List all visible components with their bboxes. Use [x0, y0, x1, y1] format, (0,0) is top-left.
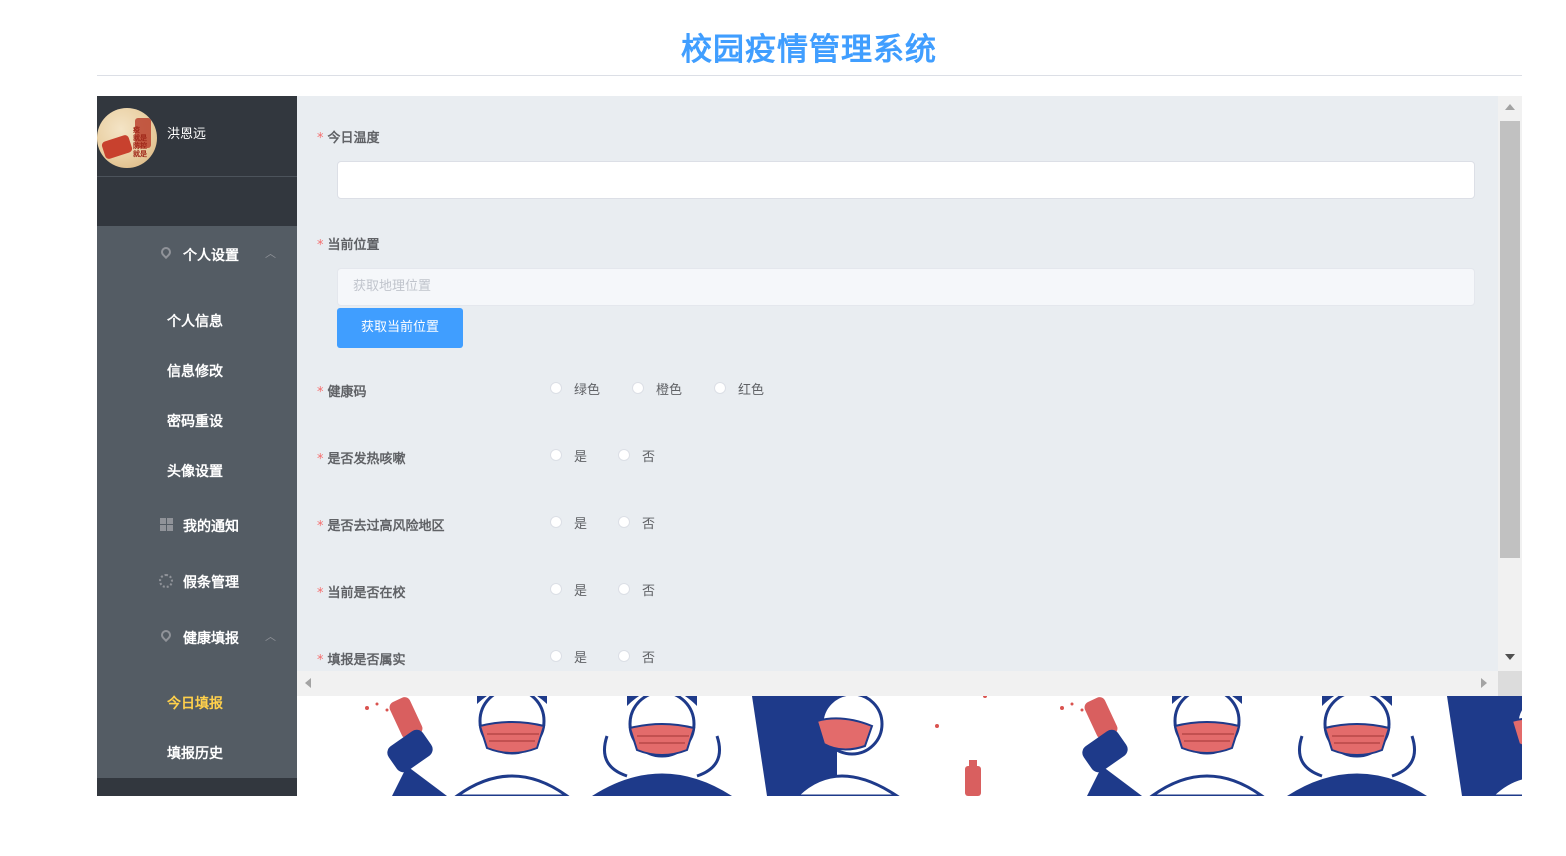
report-form: * 今日温度 * 当前位置 获取地理位置 获取当前位置 * 健康码 绿色 橙色 红色 … [297, 96, 1498, 671]
on-campus-label: * 当前是否在校 [317, 586, 406, 601]
temperature-input[interactable] [337, 161, 1475, 199]
page-title: 校园疫情管理系统 [681, 32, 937, 68]
location-icon [158, 627, 174, 644]
scrollbar-corner [1498, 671, 1522, 696]
sidebar-item-avatar-settings[interactable]: 头像设置 [97, 446, 297, 496]
menu-leave-management[interactable]: 假条管理 [97, 553, 297, 609]
chevron-up-icon: ︿ [265, 247, 276, 260]
scroll-thumb[interactable] [1500, 121, 1520, 558]
health-code-label: * 健康码 [317, 385, 367, 400]
menu-personal-settings[interactable]: 个人设置 ︿ [97, 226, 297, 282]
gear-icon [159, 574, 173, 588]
get-location-button[interactable]: 获取当前位置 [337, 308, 463, 348]
temperature-label: * 今日温度 [317, 131, 380, 146]
username: 洪恩远 [167, 127, 207, 142]
truthful-label: * 填报是否属实 [317, 653, 406, 668]
divider [97, 176, 297, 177]
sidebar-footer [97, 778, 297, 796]
location-input[interactable]: 获取地理位置 [337, 268, 1475, 306]
fever-label: * 是否发热咳嗽 [317, 452, 406, 467]
location-label: * 当前位置 [317, 238, 380, 253]
title-divider [97, 75, 1522, 76]
scroll-down-arrow-icon[interactable] [1505, 654, 1515, 660]
grid-icon [159, 518, 173, 532]
sidebar-item-report-history[interactable]: 填报历史 [97, 728, 297, 778]
avatar-text: 疫就是 防控 就是 [133, 126, 147, 158]
location-icon [158, 244, 174, 261]
user-panel: 疫就是 防控 就是 洪恩远 [97, 96, 297, 226]
sidebar-item-today-report[interactable]: 今日填报 [97, 678, 297, 728]
scroll-right-arrow-icon[interactable] [1481, 678, 1487, 688]
chevron-up-icon: ︿ [265, 630, 276, 643]
menu-my-notifications[interactable]: 我的通知 [97, 497, 297, 553]
mask-people-illustration [365, 696, 1522, 796]
avatar[interactable]: 疫就是 防控 就是 [97, 108, 157, 168]
vertical-scrollbar[interactable] [1498, 96, 1522, 671]
sidebar-item-edit-info[interactable]: 信息修改 [97, 346, 297, 396]
horizontal-scrollbar[interactable] [297, 671, 1498, 696]
menu-health-report[interactable]: 健康填报 ︿ [97, 609, 297, 665]
scroll-left-arrow-icon[interactable] [305, 678, 311, 688]
mask-illustration-banner [297, 696, 1522, 796]
sidebar-item-reset-password[interactable]: 密码重设 [97, 396, 297, 446]
scroll-up-arrow-icon[interactable] [1505, 104, 1515, 110]
sidebar: 疫就是 防控 就是 洪恩远 个人设置 ︿ 个人信息 信息修改 密码重设 头像设置 我… [97, 96, 297, 796]
high-risk-label: * 是否去过高风险地区 [317, 519, 445, 534]
sidebar-item-personal-info[interactable]: 个人信息 [97, 296, 297, 346]
